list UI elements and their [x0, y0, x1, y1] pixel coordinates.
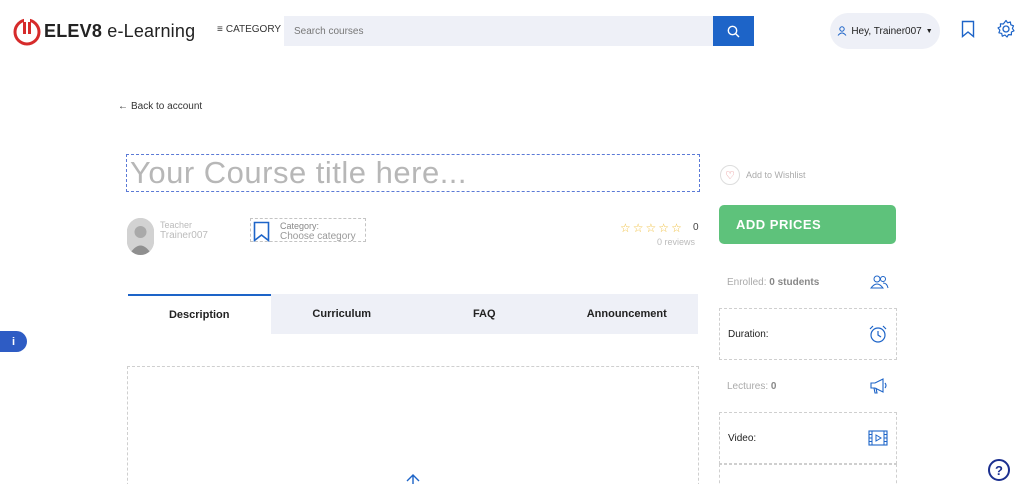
video-row[interactable]: Video:	[719, 412, 897, 464]
category-label: Category:	[280, 221, 320, 231]
hamburger-icon: ≡	[217, 24, 223, 35]
category-value[interactable]: Choose category	[280, 231, 356, 242]
lectures-label-text: Lectures:	[727, 380, 771, 392]
add-to-wishlist[interactable]: ♡ Add to Wishlist	[720, 165, 806, 185]
brand-name-light: e-Learning	[102, 20, 196, 41]
upload-arrow-icon	[406, 474, 420, 484]
rating-count: 0	[693, 222, 699, 233]
help-button[interactable]: ?	[988, 459, 1010, 481]
search-bar	[284, 16, 754, 46]
user-greeting: Hey, Trainer007	[851, 25, 922, 37]
duration-row[interactable]: Duration:	[719, 308, 897, 360]
heart-icon: ♡	[720, 165, 740, 185]
course-title-field[interactable]: Your Course title here...	[126, 154, 700, 192]
star-icon: ☆	[620, 221, 631, 235]
alarm-clock-icon	[869, 325, 887, 343]
video-label: Video:	[728, 432, 757, 444]
brand-logo[interactable]: ELEV8 e-Learning	[12, 16, 195, 46]
back-to-account-link[interactable]: ← Back to account	[118, 101, 202, 112]
add-prices-button[interactable]: ADD PRICES	[719, 205, 896, 244]
tab-curriculum[interactable]: Curriculum	[271, 294, 414, 334]
enrolled-label-text: Enrolled:	[727, 276, 770, 288]
video-film-icon	[868, 430, 888, 446]
star-icon: ☆	[645, 221, 657, 235]
lectures-value: 0	[770, 380, 777, 392]
search-icon	[727, 25, 740, 37]
gear-icon[interactable]	[996, 19, 1016, 39]
search-button[interactable]	[713, 16, 754, 46]
info-icon: i	[11, 335, 16, 348]
tab-announcement[interactable]: Announcement	[556, 294, 699, 334]
avatar-photo	[127, 218, 154, 255]
users-icon	[869, 275, 889, 289]
enrolled-row: Enrolled: 0 students	[719, 256, 897, 308]
megaphone-icon	[870, 378, 887, 394]
user-menu-button[interactable]: Hey, Trainer007 ▼	[830, 13, 940, 49]
category-menu[interactable]: ≡ CATEGORY	[217, 24, 281, 35]
lectures-row: Lectures: 0	[719, 360, 897, 412]
bookmark-category-icon	[253, 221, 270, 242]
teacher-label: Teacher	[160, 220, 193, 230]
category-menu-label: CATEGORY	[225, 24, 282, 35]
teacher-avatar	[127, 218, 154, 255]
star-icon: ☆	[658, 221, 670, 235]
course-title-placeholder: Your Course title here...	[130, 155, 468, 190]
reviews-count: 0 reviews	[657, 237, 696, 247]
description-upload-area[interactable]	[127, 366, 699, 484]
arrow-left-icon: ←	[118, 101, 128, 112]
back-link-label: Back to account	[131, 101, 203, 112]
star-icon: ☆	[632, 221, 644, 235]
brand-name-bold: ELEV8	[44, 20, 103, 41]
teacher-name[interactable]: Trainer007	[160, 230, 208, 241]
bookmark-icon[interactable]	[961, 20, 975, 38]
caret-down-icon: ▼	[925, 27, 933, 35]
top-header: ELEV8 e-Learning ≡ CATEGORY Hey, Trainer…	[0, 0, 1024, 62]
star-rating: ☆ ☆ ☆ ☆ ☆	[620, 221, 682, 235]
logo-power-icon	[13, 17, 41, 46]
lectures-label: Lectures: 0	[727, 381, 776, 392]
tab-faq[interactable]: FAQ	[413, 294, 556, 334]
next-info-row[interactable]	[719, 464, 897, 484]
search-input[interactable]	[284, 16, 713, 46]
user-icon	[837, 26, 847, 36]
enrolled-value: 0 students	[769, 276, 820, 288]
star-icon: ☆	[671, 221, 682, 235]
info-float-button[interactable]: i	[0, 331, 27, 352]
wishlist-label: Add to Wishlist	[746, 170, 806, 180]
question-mark-icon: ?	[995, 462, 1003, 478]
course-tabs: Description Curriculum FAQ Announcement	[128, 294, 698, 334]
tab-description[interactable]: Description	[128, 294, 271, 334]
enrolled-label: Enrolled: 0 students	[727, 277, 819, 288]
brand-name: ELEV8 e-Learning	[44, 21, 195, 42]
duration-label: Duration:	[728, 328, 769, 340]
